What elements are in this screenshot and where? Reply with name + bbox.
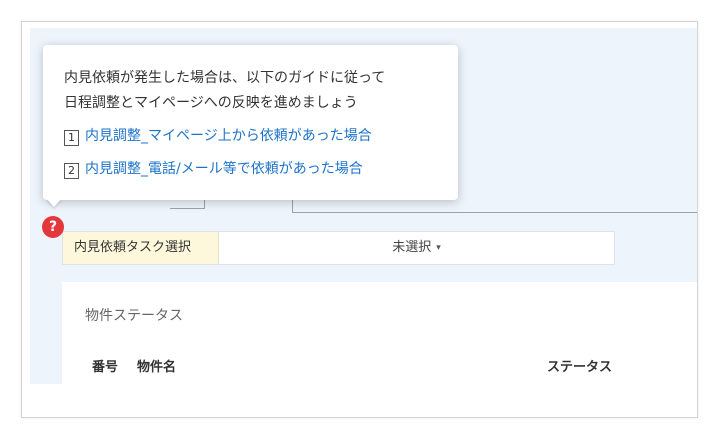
help-question-icon[interactable]: ? bbox=[42, 216, 64, 238]
property-status-card: 物件ステータス 番号 物件名 ステータス bbox=[62, 282, 697, 402]
tooltip-arrow bbox=[46, 198, 62, 207]
column-header-name: 物件名 bbox=[137, 360, 177, 375]
tooltip-text-line-1: 内見依頼が発生した場合は、以下のガイドに従って bbox=[64, 70, 386, 86]
task-select-label: 内見依頼タスク選択 bbox=[63, 232, 219, 264]
task-select-row: 内見依頼タスク選択 未選択 ▾ bbox=[62, 231, 615, 265]
guide-link-1-label: 内見調整_マイページ上から依頼があった場合 bbox=[85, 128, 372, 144]
number-box-2: 2 bbox=[64, 163, 79, 179]
number-box-1: 1 bbox=[64, 130, 79, 146]
guide-link-1[interactable]: 1 内見調整_マイページ上から依頼があった場合 bbox=[64, 125, 372, 146]
card-title: 物件ステータス bbox=[85, 308, 183, 324]
guide-link-2[interactable]: 2 内見調整_電話/メール等で依頼があった場合 bbox=[64, 158, 363, 179]
task-select-dropdown[interactable]: 未選択 ▾ bbox=[219, 232, 614, 264]
guide-tooltip: 内見依頼が発生した場合は、以下のガイドに従って 日程調整とマイページへの反映を進… bbox=[43, 45, 458, 200]
tooltip-text-line-2: 日程調整とマイページへの反映を進めましょう bbox=[64, 95, 358, 111]
column-header-status: ステータス bbox=[547, 360, 613, 375]
screenshot-frame: 内見依頼タスク選択 未選択 ▾ 物件ステータス 番号 物件名 ステータス 内見依頼… bbox=[21, 21, 698, 418]
task-select-value: 未選択 bbox=[392, 240, 432, 255]
column-header-number: 番号 bbox=[92, 360, 119, 375]
guide-link-2-label: 内見調整_電話/メール等で依頼があった場合 bbox=[85, 161, 363, 177]
caret-down-icon: ▾ bbox=[436, 243, 441, 253]
